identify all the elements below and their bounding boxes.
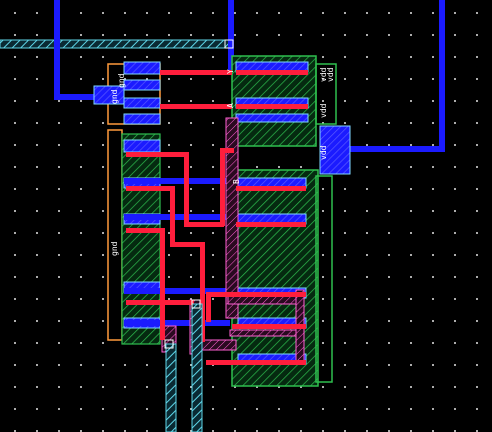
metal1-left-vertical — [54, 0, 60, 100]
label-mark-a: Y — [226, 69, 235, 74]
label-gnd-3: gnd — [110, 241, 119, 256]
label-gnd-2: gnd — [117, 73, 126, 88]
label-vdd-2: vdd — [326, 67, 335, 82]
gnd-pad — [93, 85, 125, 105]
label-vdd-4: vdd — [319, 145, 328, 160]
top-rail-cyan — [0, 39, 233, 49]
poly-horizontal-2 — [227, 295, 303, 305]
diffusion-lower-left — [121, 133, 161, 345]
metal1-right-vertical — [439, 0, 445, 152]
bottom-rail-cyan-1 — [165, 343, 177, 432]
metal1-right-horizontal — [336, 146, 445, 152]
layout-canvas[interactable]: gnd gnd gnd vdd vdd vdd vdd Y A B — [0, 0, 492, 432]
metal1-bar-4 — [124, 320, 230, 326]
bottom-rail-cyan-2 — [191, 303, 203, 432]
metal1-bar-1 — [124, 178, 232, 184]
metal1-bar-2 — [124, 214, 232, 220]
poly-horizontal-3 — [229, 329, 303, 337]
well-gnd-left — [107, 129, 123, 341]
label-mark-b: A — [226, 103, 235, 108]
layout-drawing — [0, 0, 445, 432]
label-gnd-1: gnd — [110, 89, 119, 104]
label-mark-c: B — [232, 179, 241, 184]
label-vdd-3: vdd — [319, 103, 328, 118]
